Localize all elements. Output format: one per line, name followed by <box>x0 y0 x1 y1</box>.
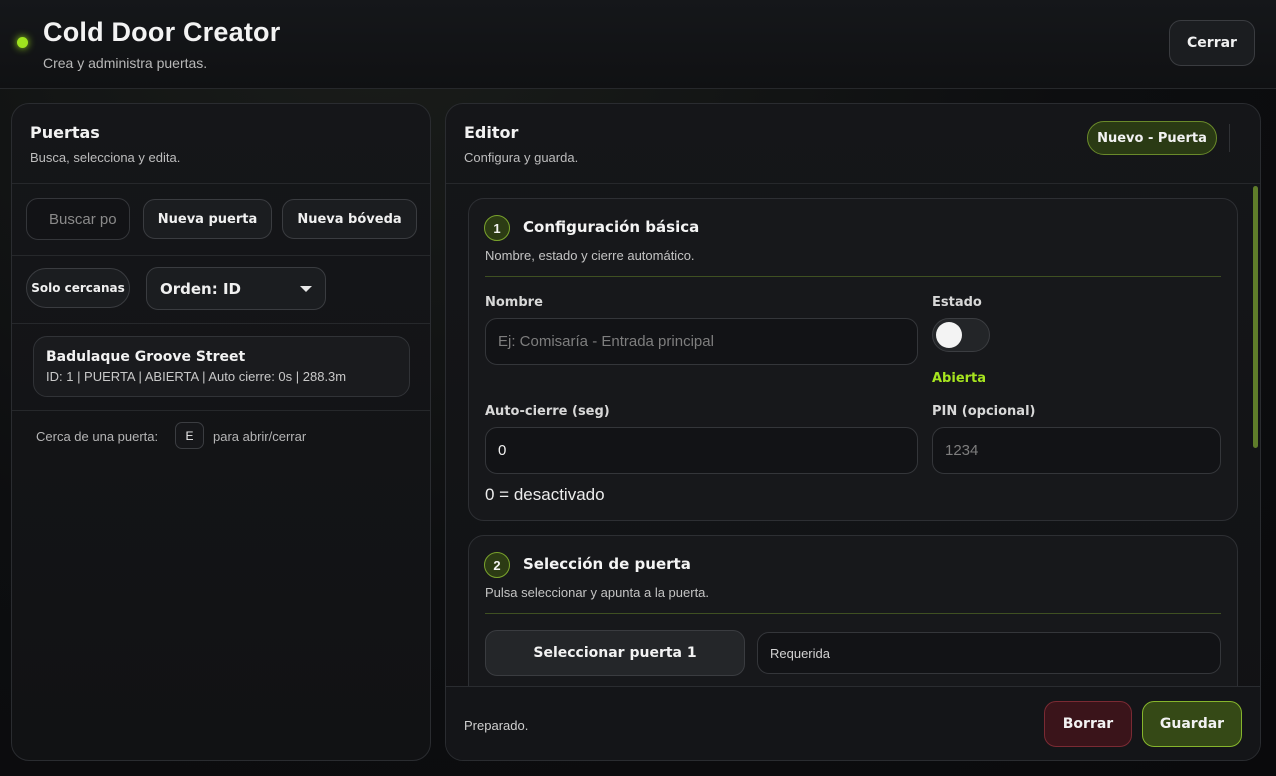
nearby-only-toggle[interactable]: Solo cercanas <box>26 268 130 308</box>
doors-panel-subtitle: Busca, selecciona y edita. <box>30 150 181 165</box>
editor-footer: Preparado. Borrar Guardar <box>446 686 1260 760</box>
divider <box>12 323 430 324</box>
close-button[interactable]: Cerrar <box>1169 20 1255 66</box>
section-number: 2 <box>484 552 510 578</box>
editor-subtitle: Configura y guarda. <box>464 150 579 165</box>
autoclose-help: 0 = desactivado <box>485 485 605 504</box>
basic-config-section: 1 Configuración básica Nombre, estado y … <box>468 198 1238 521</box>
select-door-button[interactable]: Seleccionar puerta 1 <box>485 630 745 676</box>
order-select[interactable]: Orden: ID <box>146 267 326 310</box>
door-name: Badulaque Groove Street <box>46 349 246 365</box>
section-title: Configuración básica <box>523 218 700 236</box>
new-door-button[interactable]: Nueva puerta <box>143 199 272 239</box>
divider <box>12 410 430 411</box>
state-value: Abierta <box>932 371 987 386</box>
section-number: 1 <box>484 215 510 241</box>
divider <box>1229 124 1230 152</box>
state-toggle[interactable] <box>932 318 990 352</box>
name-label: Nombre <box>485 295 543 310</box>
delete-button[interactable]: Borrar <box>1044 701 1132 747</box>
search-input[interactable] <box>26 198 130 240</box>
editor-panel: Editor Configura y guarda. Nuevo - Puert… <box>445 103 1261 761</box>
toggle-knob <box>936 322 962 348</box>
app-subtitle: Crea y administra puertas. <box>43 55 208 71</box>
pin-label: PIN (opcional) <box>932 404 1036 419</box>
autoclose-label: Auto-cierre (seg) <box>485 404 610 419</box>
pin-field[interactable] <box>932 427 1221 474</box>
autoclose-field[interactable] <box>485 427 918 474</box>
app-title: Cold Door Creator <box>43 17 281 47</box>
hint-text: Cerca de una puerta: <box>36 429 159 444</box>
section-subtitle: Nombre, estado y cierre automático. <box>485 248 695 263</box>
app-header: Cold Door Creator Crea y administra puer… <box>0 0 1276 89</box>
section-subtitle: Pulsa seleccionar y apunta a la puerta. <box>485 585 710 600</box>
divider <box>12 255 430 256</box>
door-list-item[interactable]: Badulaque Groove Street ID: 1 | PUERTA |… <box>33 336 410 397</box>
state-label: Estado <box>932 295 982 310</box>
divider <box>485 276 1221 277</box>
door-meta: ID: 1 | PUERTA | ABIERTA | Auto cierre: … <box>46 369 347 384</box>
hint-text-suffix: para abrir/cerrar <box>213 429 307 444</box>
status-indicator-icon <box>17 37 28 48</box>
scrollbar-thumb[interactable] <box>1253 186 1258 448</box>
key-badge: E <box>175 422 204 449</box>
save-button[interactable]: Guardar <box>1142 701 1242 747</box>
doors-panel: Puertas Busca, selecciona y edita. Nueva… <box>11 103 431 761</box>
door-selection-section: 2 Selección de puerta Pulsa seleccionar … <box>468 535 1238 686</box>
mode-badge: Nuevo - Puerta <box>1087 121 1217 155</box>
doors-panel-title: Puertas <box>30 123 100 142</box>
new-vault-button[interactable]: Nueva bóveda <box>282 199 417 239</box>
divider <box>12 183 430 184</box>
chevron-down-icon <box>300 286 312 292</box>
section-title: Selección de puerta <box>523 555 691 573</box>
editor-scroll-area[interactable]: 1 Configuración básica Nombre, estado y … <box>446 184 1260 686</box>
door-required-field: Requerida <box>757 632 1221 674</box>
divider <box>485 613 1221 614</box>
order-select-label: Orden: ID <box>160 279 241 298</box>
name-field[interactable] <box>485 318 918 365</box>
editor-title: Editor <box>464 123 519 142</box>
status-text: Preparado. <box>464 718 529 733</box>
app-window: Cold Door Creator Crea y administra puer… <box>0 0 1276 776</box>
